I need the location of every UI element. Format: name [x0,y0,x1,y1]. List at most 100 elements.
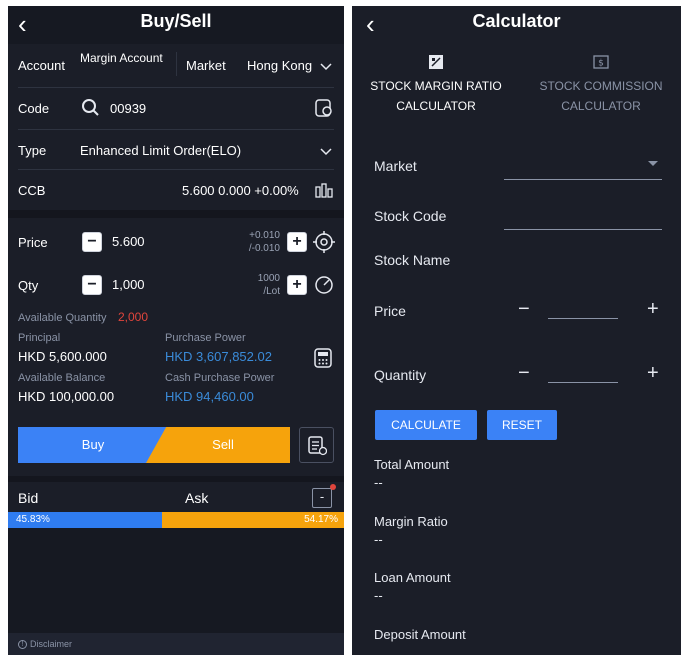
chevron-down-icon[interactable] [320,148,332,156]
buy-sell-header: ‹ Buy/Sell [8,6,344,44]
margin-ratio-value: -- [374,532,383,547]
total-amount-label: Total Amount [374,457,450,472]
loan-amount-value: -- [374,588,383,603]
market-value[interactable]: Hong Kong [247,58,312,73]
svg-text:$: $ [598,59,604,69]
available-balance-value: HKD 100,000.00 [18,389,115,404]
price-increase-button[interactable]: + [287,232,307,252]
available-quantity-label: Available Quantity [18,312,107,324]
disclaimer-text: Disclaimer [30,639,73,649]
account-separator [176,52,177,76]
margin-ratio-label: Margin Ratio [374,514,448,529]
quantity-plus-button[interactable]: + [647,362,659,385]
available-balance-label: Available Balance [18,372,106,384]
dropdown-caret-icon[interactable] [648,161,658,167]
qty-label: Qty [18,278,39,293]
margin-ratio-icon [429,55,443,69]
tab-label-line2: CALCULATOR [396,99,476,113]
price-label: Price [18,235,48,250]
tab-label-line2: CALCULATOR [561,99,641,113]
collapse-button[interactable]: - [312,488,332,508]
section-gap [8,476,344,482]
cash-purchase-power-label: Cash Purchase Power [165,372,275,384]
code-label: Code [18,101,50,116]
price-minus-button[interactable]: − [518,298,530,321]
bid-ask-ratio-bar: 45.83% 54.17% [8,512,344,528]
qty-decrease-button[interactable]: − [82,275,102,295]
purchase-power-value[interactable]: HKD 3,607,852.02 [165,349,272,364]
commission-icon: $ [593,55,609,69]
calculator-screen: ‹ Calculator STOCK MARGIN RATIO CALCULAT… [352,6,681,655]
quantity-input[interactable] [548,382,618,383]
code-row: Code 00939 [8,88,344,128]
order-list-icon [308,436,327,456]
collapse-glyph: - [319,489,325,504]
qty-increase-button[interactable]: + [287,275,307,295]
calculate-button[interactable]: CALCULATE [375,410,477,440]
loan-amount-label: Loan Amount [374,570,451,585]
price-input[interactable] [548,318,618,319]
chart-bars-icon[interactable] [314,181,334,199]
section-gap [8,210,344,218]
stock-code-input[interactable] [504,229,662,230]
price-step: +0.010 /-0.010 [249,229,280,255]
page-title: Calculator [472,11,561,31]
type-row[interactable]: Type Enhanced Limit Order(ELO) [8,130,344,170]
qty-input[interactable]: 1,000 [112,277,145,292]
price-plus-button[interactable]: + [647,298,659,321]
purchase-power-label: Purchase Power [165,332,246,344]
calculator-header: ‹ Calculator [352,6,681,44]
price-step-up: +0.010 [249,230,280,241]
cash-purchase-power-value[interactable]: HKD 94,460.00 [165,389,254,404]
order-book-area [8,528,344,633]
ask-ratio-fill: 54.17% [162,512,344,528]
calculator-icon[interactable] [312,347,334,369]
price-step-down: /-0.010 [248,243,280,254]
order-list-button[interactable] [299,427,334,463]
notification-dot [330,484,336,490]
bid-label: Bid [18,490,39,506]
qty-row: Qty − 1,000 1000 /Lot + [8,262,344,306]
principal-label: Principal [18,332,61,344]
chevron-down-icon[interactable] [320,63,332,71]
lot-size: 1000 /Lot [258,272,280,298]
tab-stock-margin-ratio[interactable]: STOCK MARGIN RATIO CALCULATOR [356,54,516,116]
buy-sell-screen: ‹ Buy/Sell Account Margin Account Market… [8,6,344,655]
reset-button[interactable]: RESET [487,410,557,440]
buy-button[interactable]: Buy [18,427,168,463]
sell-button[interactable]: Sell [146,427,290,463]
bid-ratio-fill: 45.83% [8,512,162,528]
ask-label: Ask [185,490,209,506]
tab-label-line1: STOCK COMMISSION [539,79,663,93]
search-icon[interactable] [81,98,101,118]
principal-value: HKD 5,600.000 [18,349,107,364]
price-row: Price − 5.600 +0.010 /-0.010 + [8,218,344,262]
gauge-icon[interactable] [313,274,335,296]
lot-size-value: 1000 [257,273,280,284]
market-label: Market [374,158,417,174]
quantity-label: Quantity [374,367,427,383]
info-icon: ! [18,640,27,650]
deposit-amount-label: Deposit Amount [374,627,466,642]
page-title: Buy/Sell [140,11,212,31]
price-label: Price [374,303,406,319]
quantity-minus-button[interactable]: − [518,362,530,385]
stock-name-label: Stock Name [374,252,451,268]
account-value[interactable]: Margin Account [80,51,163,65]
disclaimer-bar[interactable]: ! Disclaimer [8,633,344,655]
price-input[interactable]: 5.600 [112,234,145,249]
code-value[interactable]: 00939 [110,101,146,116]
target-price-icon[interactable] [313,231,335,253]
lot-size-unit: /Lot [263,286,280,297]
account-row: Account Margin Account Market Hong Kong [8,44,344,84]
order-type-value[interactable]: Enhanced Limit Order(ELO) [80,143,241,158]
tab-stock-commission[interactable]: $ STOCK COMMISSION CALCULATOR [521,54,681,116]
quote-row: CCB 5.600 0.000 +0.00% [8,170,344,210]
stock-code-label: Stock Code [374,208,447,224]
available-quantity-value: 2,000 [118,310,149,324]
quote-value: 5.600 0.000 +0.00% [182,183,299,198]
price-decrease-button[interactable]: − [82,232,102,252]
market-select[interactable] [504,179,662,180]
stock-list-icon[interactable] [314,98,334,118]
tab-label-line1: STOCK MARGIN RATIO [370,79,502,93]
